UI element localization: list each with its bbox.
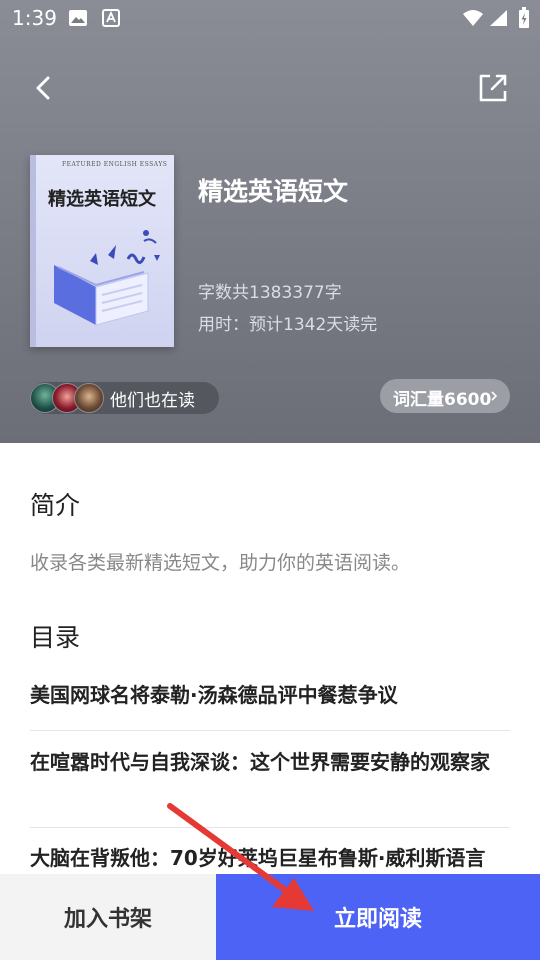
readers-chip[interactable]: 他们也在读 xyxy=(30,382,219,414)
status-time: 1:39 xyxy=(12,6,57,30)
signal-icon xyxy=(488,9,508,31)
book-header: 1:39 FEATURED ENGLISH ESSAYS 精选英语短文 精选英语… xyxy=(0,0,540,443)
readers-label: 他们也在读 xyxy=(110,391,195,411)
add-to-shelf-button[interactable]: 加入书架 xyxy=(0,874,216,960)
toc-item[interactable]: 大脑在背叛他：70岁好莱坞巨星布鲁斯·威利斯语言 xyxy=(30,840,510,877)
share-button[interactable] xyxy=(474,70,510,106)
open-book-illustration xyxy=(54,230,160,326)
font-icon xyxy=(102,9,120,31)
cover-title: 精选英语短文 xyxy=(48,189,156,210)
bottom-action-bar: 加入书架 立即阅读 xyxy=(0,874,540,960)
cover-subtitle: FEATURED ENGLISH ESSAYS xyxy=(62,161,168,168)
back-button[interactable] xyxy=(26,70,62,106)
image-icon xyxy=(68,9,88,31)
share-icon xyxy=(479,74,507,102)
reading-time: 用时：预计1342天读完 xyxy=(198,315,378,335)
divider xyxy=(30,730,510,731)
intro-text: 收录各类最新精选短文，助力你的英语阅读。 xyxy=(30,552,411,574)
word-count: 字数共1383377字 xyxy=(198,283,342,303)
chevron-right-icon xyxy=(491,391,498,401)
toc-heading: 目录 xyxy=(30,623,81,652)
toc-item[interactable]: 美国网球名将泰勒·汤森德品评中餐惹争议 xyxy=(30,677,510,714)
toc-item[interactable]: 在喧嚣时代与自我深谈：这个世界需要安静的观察家 xyxy=(30,744,510,781)
book-title: 精选英语短文 xyxy=(198,177,349,206)
intro-heading: 简介 xyxy=(30,491,81,520)
status-bar: 1:39 xyxy=(0,0,540,36)
wifi-icon xyxy=(462,9,484,31)
cover-spine xyxy=(30,155,36,347)
avatar xyxy=(74,383,104,413)
read-now-button[interactable]: 立即阅读 xyxy=(216,874,540,960)
divider xyxy=(30,827,510,828)
battery-icon xyxy=(518,7,530,33)
book-cover[interactable]: FEATURED ENGLISH ESSAYS 精选英语短文 xyxy=(30,155,174,347)
vocab-chip[interactable]: 词汇量6600 xyxy=(380,379,510,413)
chevron-left-icon xyxy=(36,76,50,100)
vocab-label: 词汇量6600 xyxy=(393,390,492,410)
